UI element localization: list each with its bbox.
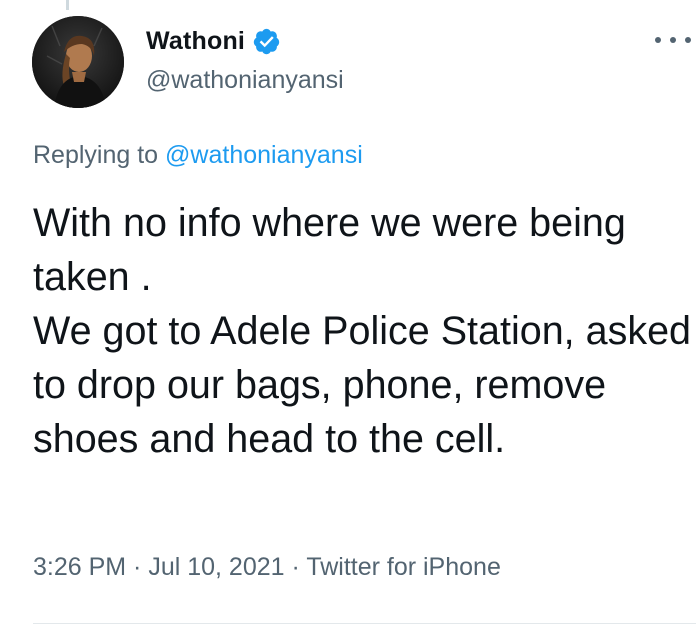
author-name-row[interactable]: Wathoni: [146, 25, 281, 57]
replying-to-mention-link[interactable]: @wathonianyansi: [165, 141, 363, 169]
verified-badge-icon: [252, 27, 281, 56]
more-dot: [685, 37, 691, 43]
avatar[interactable]: [32, 16, 124, 108]
tweet-time-link[interactable]: 3:26 PM: [33, 553, 126, 581]
meta-separator: ·: [284, 553, 307, 581]
more-dot: [670, 37, 676, 43]
replying-to-line: Replying to @wathonianyansi: [33, 141, 363, 170]
more-options-icon[interactable]: [655, 30, 691, 50]
tweet-metadata: 3:26 PM · Jul 10, 2021 · Twitter for iPh…: [33, 553, 501, 582]
author-handle[interactable]: @wathonianyansi: [146, 66, 344, 95]
tweet-detail: Wathoni @wathonianyansi Replying to @wat…: [0, 0, 696, 626]
thread-connector-line: [66, 0, 69, 10]
tweet-text: With no info where we were being taken .…: [33, 201, 692, 461]
tweet-date-link[interactable]: Jul 10, 2021: [148, 553, 284, 581]
tweet-source-link[interactable]: Twitter for iPhone: [306, 553, 501, 581]
avatar-photo: [32, 16, 124, 108]
replying-to-label: Replying to: [33, 141, 166, 169]
more-dot: [655, 37, 661, 43]
meta-separator: ·: [126, 553, 149, 581]
divider: [33, 623, 696, 624]
author-display-name[interactable]: Wathoni: [146, 27, 245, 56]
